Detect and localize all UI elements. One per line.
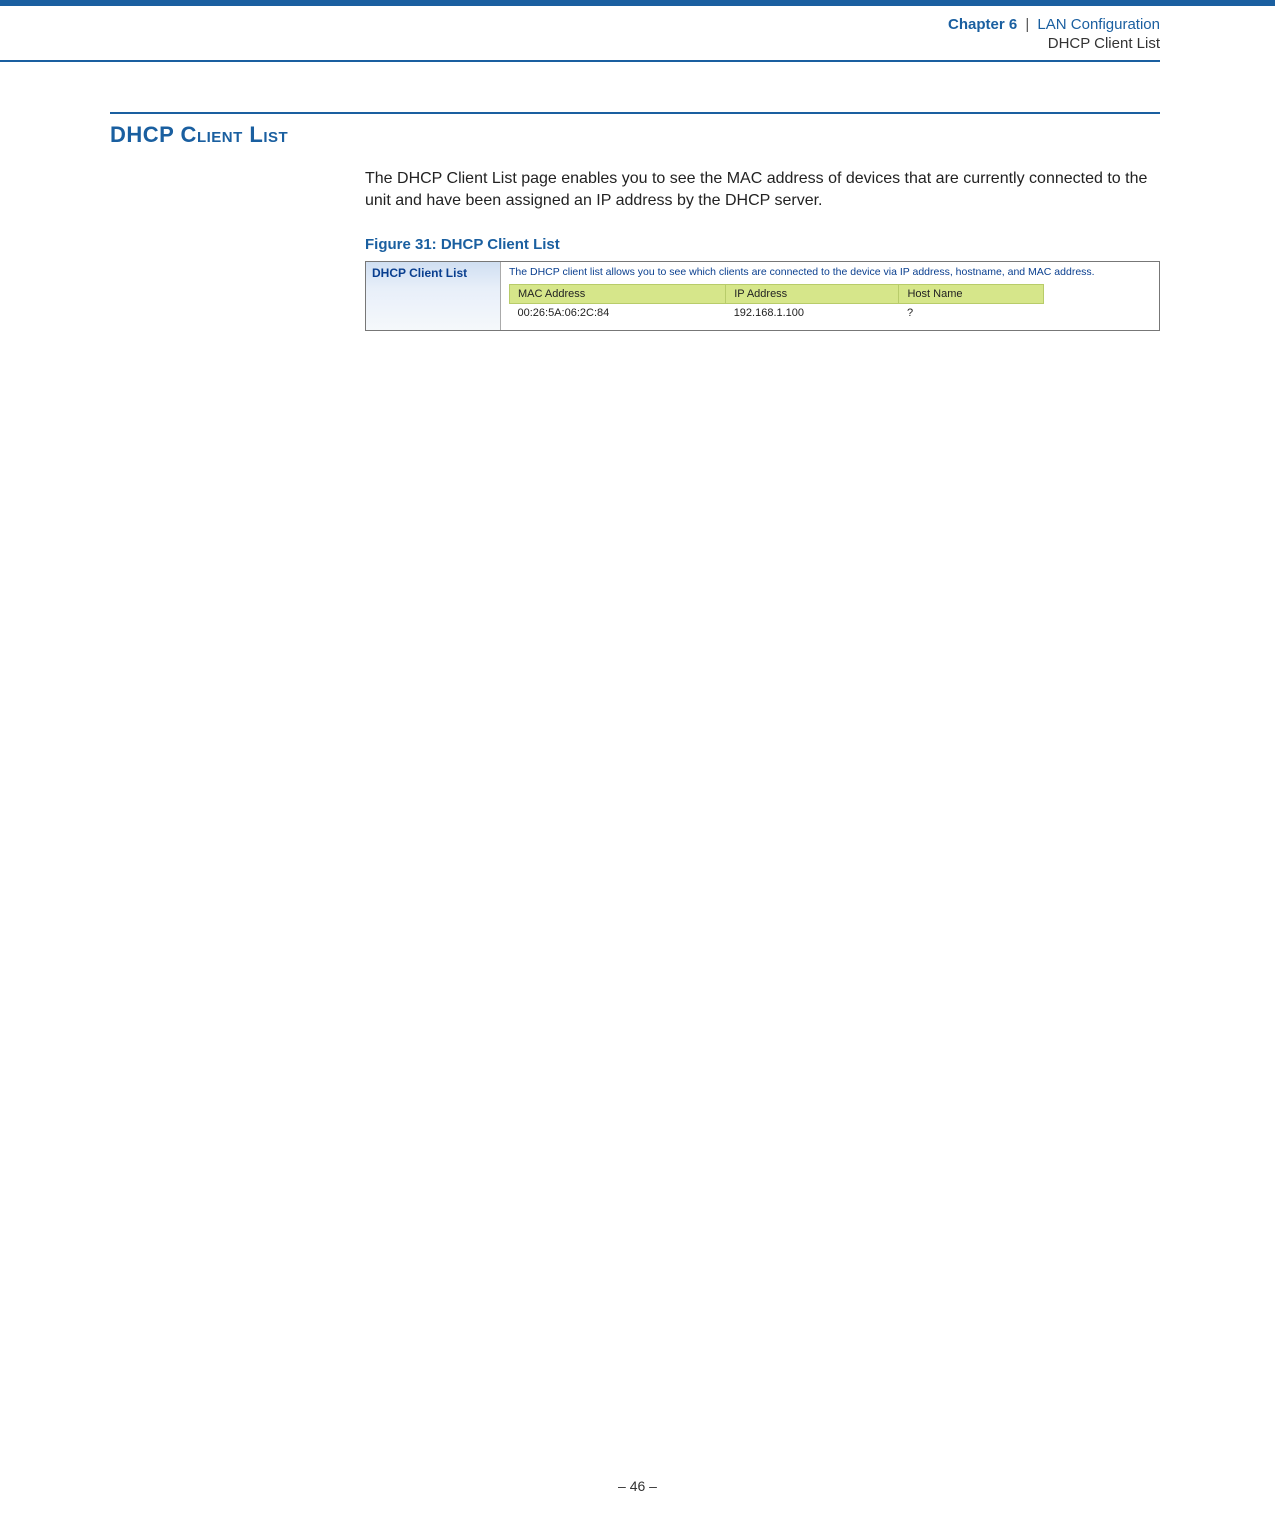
screenshot-sidebar-title: DHCP Client List <box>372 266 494 280</box>
page-header: Chapter 6 | LAN Configuration DHCP Clien… <box>0 6 1275 60</box>
cell-host: ? <box>899 304 1044 323</box>
figure-screenshot: DHCP Client List The DHCP client list al… <box>365 261 1160 331</box>
cell-mac: 00:26:5A:06:2C:84 <box>510 304 726 323</box>
page-footer: – 46 – <box>0 1478 1275 1494</box>
table-header-row: MAC Address IP Address Host Name <box>510 285 1044 304</box>
screenshot-sidebar: DHCP Client List <box>366 262 501 330</box>
chapter-line: Chapter 6 | LAN Configuration <box>0 16 1160 33</box>
section-body: The DHCP Client List page enables you to… <box>365 168 1160 211</box>
col-ip-header: IP Address <box>726 285 899 304</box>
chapter-label: Chapter 6 <box>948 16 1017 33</box>
chapter-separator: | <box>1025 16 1029 33</box>
col-mac-header: MAC Address <box>510 285 726 304</box>
section-heading: DHCP Client List <box>110 122 1160 148</box>
col-host-header: Host Name <box>899 285 1044 304</box>
figure-caption: Figure 31: DHCP Client List <box>365 236 1160 253</box>
screenshot-description: The DHCP client list allows you to see w… <box>509 266 1151 278</box>
content-area: DHCP Client List The DHCP Client List pa… <box>0 62 1275 331</box>
chapter-subsection: DHCP Client List <box>0 35 1160 52</box>
section-rule <box>110 112 1160 114</box>
chapter-title: LAN Configuration <box>1037 16 1160 33</box>
cell-ip: 192.168.1.100 <box>726 304 899 323</box>
table-row: 00:26:5A:06:2C:84 192.168.1.100 ? <box>510 304 1044 323</box>
screenshot-main: The DHCP client list allows you to see w… <box>501 262 1159 330</box>
dhcp-client-table: MAC Address IP Address Host Name 00:26:5… <box>509 284 1044 322</box>
